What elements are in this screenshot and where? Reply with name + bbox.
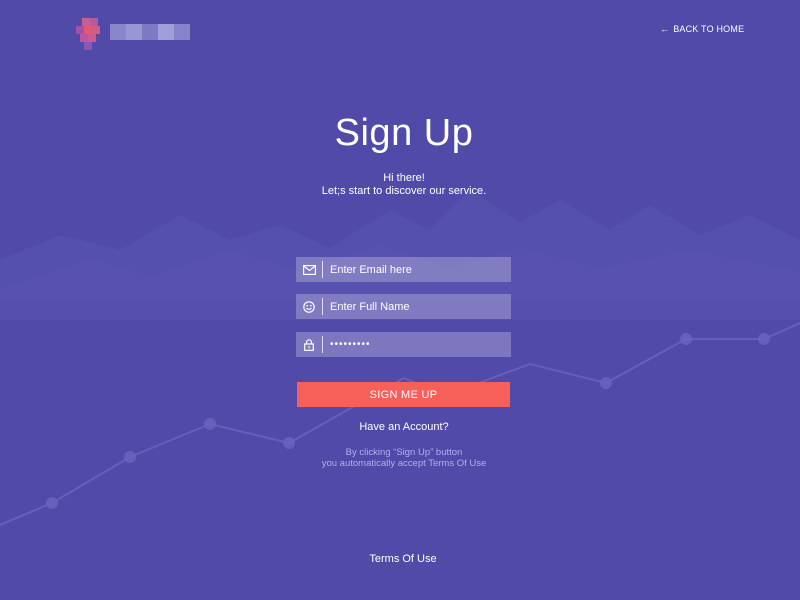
email-field-container — [296, 257, 511, 282]
name-field-container — [296, 294, 511, 319]
chart-point — [46, 497, 58, 509]
lock-icon — [296, 332, 322, 357]
footer-terms-link[interactable]: Terms Of Use — [0, 553, 800, 565]
logo[interactable] — [76, 14, 192, 50]
subtitle-line-2: Let;s start to discover our service. — [321, 185, 487, 197]
page-title: Sign Up — [334, 112, 474, 154]
logo-text — [110, 24, 190, 40]
back-to-home-label: BACK TO HOME — [673, 24, 745, 34]
subtitle-line-1: Hi there! — [383, 172, 425, 184]
full-name-input[interactable] — [323, 294, 511, 319]
page-subtitle: Hi there! Let;s start to discover our se… — [0, 172, 800, 198]
have-account-link[interactable]: Have an Account? — [0, 421, 800, 433]
envelope-icon — [296, 257, 322, 282]
terms-note: By clicking “Sign Up” button you automat… — [0, 447, 800, 469]
back-to-home-link[interactable]: ← BACK TO HOME — [660, 24, 744, 34]
logo-mark — [76, 16, 104, 50]
smiley-icon — [296, 294, 322, 319]
chart-point — [600, 377, 612, 389]
arrow-left-icon: ← — [660, 24, 670, 34]
chart-point — [758, 333, 770, 345]
sign-me-up-button[interactable]: SIGN ME UP — [297, 382, 510, 407]
password-field-container — [296, 332, 511, 357]
chart-point — [680, 333, 692, 345]
terms-note-line-1: By clicking “Sign Up” button — [345, 447, 463, 458]
terms-note-line-2: you automatically accept Terms Of Use — [321, 458, 487, 469]
password-input[interactable] — [323, 332, 511, 357]
email-input[interactable] — [323, 257, 511, 282]
